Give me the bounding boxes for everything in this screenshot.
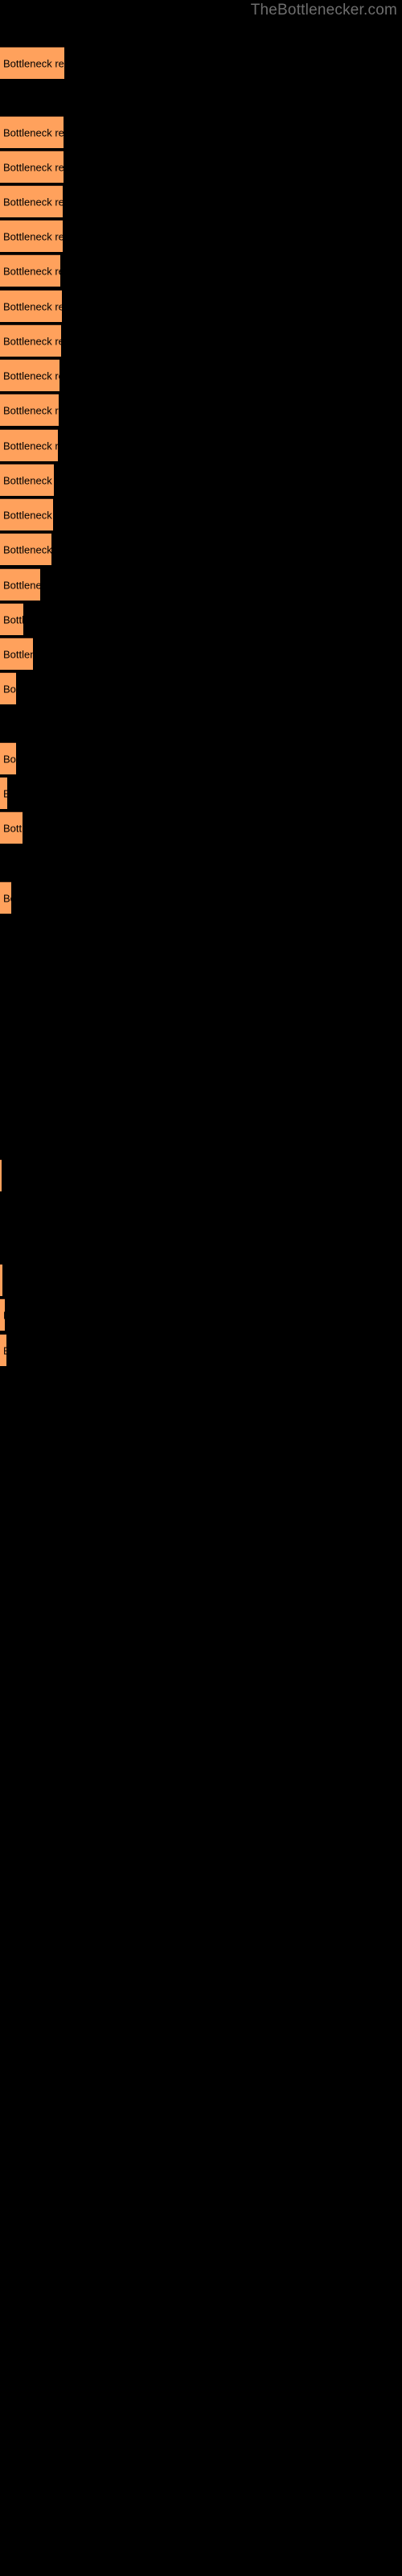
bar-label: Bottleneck result: [3, 753, 16, 765]
bar-1: Bottleneck result: [0, 47, 64, 79]
bar-15: Bottleneck result: [0, 568, 40, 601]
bar-label: Bottleneck result: [3, 57, 64, 69]
bar-4: Bottleneck result: [0, 185, 63, 217]
bar-13: Bottleneck result: [0, 498, 53, 530]
bar-10: Bottleneck result: [0, 394, 59, 426]
bar-label: Bottleneck result: [3, 161, 64, 173]
bottleneck-bar-chart: TheBottlenecker.com Bottleneck resultBot…: [0, 0, 402, 2576]
bar-label: Bottleneck result: [3, 613, 23, 625]
bar-label: Bottleneck result: [3, 892, 11, 904]
bar-label: Bottleneck result: [3, 509, 53, 521]
bar-16: Bottleneck result: [0, 603, 23, 635]
bar-label: Bottleneck result: [3, 230, 63, 242]
bar-14: Bottleneck result: [0, 533, 51, 565]
bar-label: Bottleneck result: [3, 579, 40, 591]
bar-label: Bottleneck result: [3, 404, 59, 416]
bar-5: Bottleneck result: [0, 220, 63, 252]
bar-20: Bottleneck result: [0, 777, 7, 809]
bar-label: Bottleneck result: [3, 369, 59, 382]
bar-label: Bottleneck result: [3, 1344, 6, 1356]
bar-11: Bottleneck result: [0, 429, 58, 461]
bar-8: Bottleneck result: [0, 324, 61, 357]
bar-9: Bottleneck result: [0, 359, 59, 391]
bar-26: Bottleneck result: [0, 1334, 6, 1366]
bar-22: Bottleneck result: [0, 881, 11, 914]
bar-24: Bottleneck result: [0, 1264, 2, 1296]
bar-label: Bottleneck result: [3, 648, 33, 660]
bar-12: Bottleneck result: [0, 464, 54, 496]
bar-25: Bottleneck result: [0, 1298, 5, 1331]
bar-17: Bottleneck result: [0, 638, 33, 670]
bar-6: Bottleneck result: [0, 254, 60, 287]
bar-23: Bottleneck result: [0, 1159, 2, 1191]
bar-7: Bottleneck result: [0, 290, 62, 322]
bar-label: Bottleneck result: [3, 1309, 5, 1321]
bar-3: Bottleneck result: [0, 151, 64, 183]
bar-label: Bottleneck result: [3, 196, 63, 208]
bar-label: Bottleneck result: [3, 265, 60, 277]
bar-label: Bottleneck result: [3, 787, 7, 799]
bar-18: Bottleneck result: [0, 672, 16, 704]
bar-19: Bottleneck result: [0, 742, 16, 774]
bar-label: Bottleneck result: [3, 126, 64, 138]
bar-series-layer: Bottleneck result Bottleneck result Bottle…: [0, 0, 402, 2576]
bar-label: Bottleneck result: [3, 683, 16, 695]
bar-21: Bottleneck result: [0, 811, 23, 844]
bar-label: Bottleneck result: [3, 543, 51, 555]
bar-label: Bottleneck result: [3, 822, 23, 834]
bar-label: Bottleneck result: [3, 440, 58, 452]
bar-2: Bottleneck result: [0, 116, 64, 148]
bar-label: Bottleneck result: [3, 335, 61, 347]
bar-label: Bottleneck result: [3, 474, 54, 486]
bar-label: Bottleneck result: [3, 300, 62, 312]
